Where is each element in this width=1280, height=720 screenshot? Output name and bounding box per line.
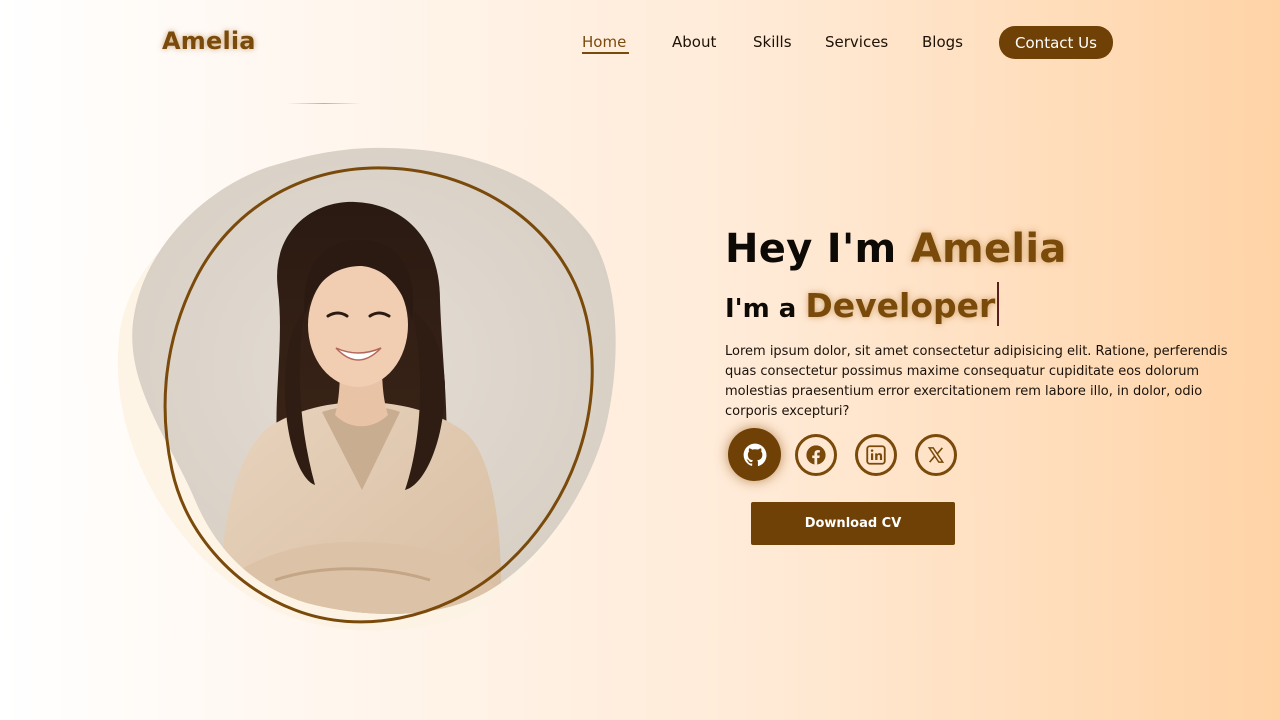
nav-about[interactable]: About: [672, 33, 716, 51]
hero-description: Lorem ipsum dolor, sit amet consectetur …: [725, 344, 1228, 419]
hero-name: Amelia: [910, 226, 1067, 272]
hero-greeting: Hey I'm: [725, 226, 897, 272]
nav-skills[interactable]: Skills: [753, 33, 792, 51]
facebook-icon: [806, 445, 826, 465]
hero-portrait: [100, 140, 630, 640]
github-link[interactable]: [728, 428, 781, 481]
nav-active-underline: [582, 52, 629, 54]
x-link[interactable]: [915, 434, 957, 476]
github-icon: [743, 443, 766, 466]
download-cv-button[interactable]: Download CV: [751, 502, 955, 545]
site-logo[interactable]: Amelia: [162, 27, 256, 55]
header-divider: [287, 103, 361, 104]
nav-home[interactable]: Home: [582, 33, 626, 51]
x-icon: [927, 447, 945, 463]
hero-role-line: I'm a Developer: [725, 282, 1000, 326]
site-header: Amelia Home About Skills Services Blogs …: [0, 0, 1280, 84]
contact-us-button[interactable]: Contact Us: [999, 26, 1113, 59]
hero-heading: Hey I'm Amelia: [725, 226, 1067, 272]
role-typed-text: Developer: [805, 286, 996, 325]
nav-services[interactable]: Services: [825, 33, 888, 51]
social-links: [728, 428, 968, 482]
role-prefix: I'm a: [725, 294, 797, 324]
portrait-illustration: [117, 147, 616, 631]
linkedin-icon: [866, 445, 886, 465]
nav-blogs[interactable]: Blogs: [922, 33, 963, 51]
typing-cursor: [997, 282, 1000, 326]
linkedin-link[interactable]: [855, 434, 897, 476]
facebook-link[interactable]: [795, 434, 837, 476]
